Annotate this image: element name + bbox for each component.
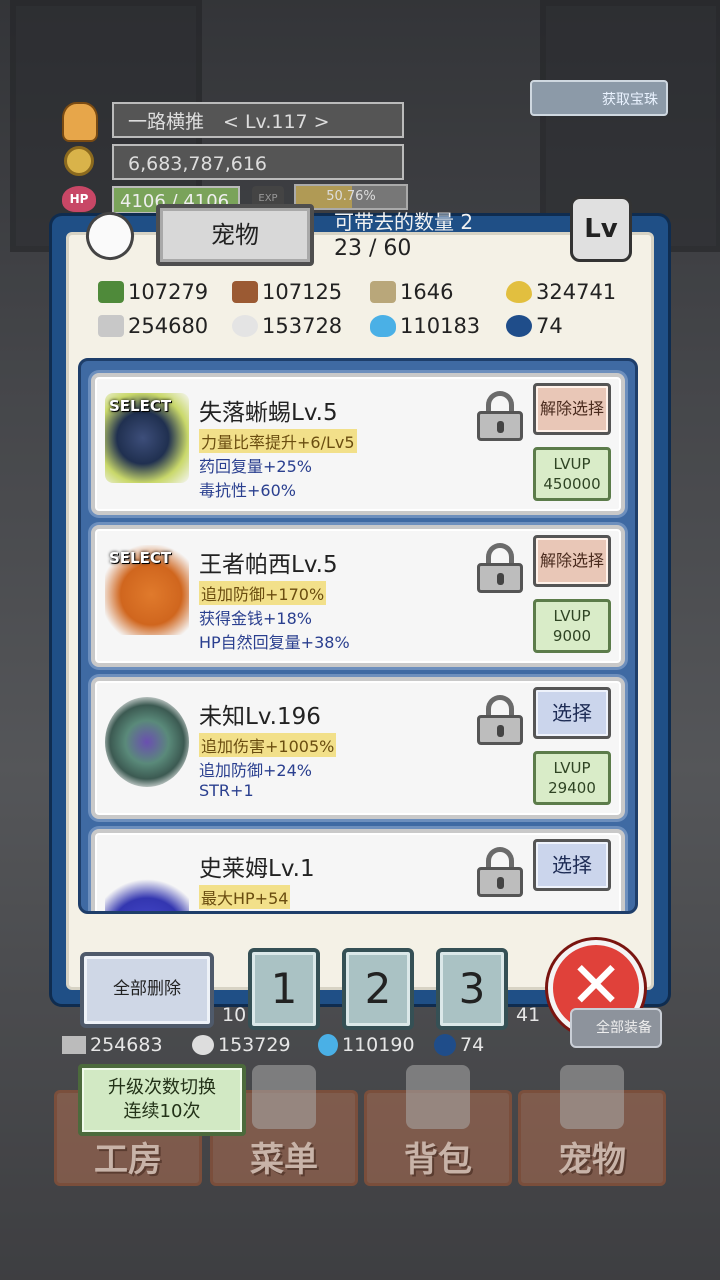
lvup-label: LVUP: [553, 607, 591, 625]
select-tag: SELECT: [109, 397, 172, 415]
gold-coin-icon: [64, 146, 94, 176]
book-icon: [252, 1065, 316, 1129]
nav-tab-pet[interactable]: 宠物: [518, 1065, 666, 1186]
hp-heart-icon: HP: [62, 186, 96, 212]
wood-log-icon: [232, 281, 258, 303]
pet-stat: STR+1: [199, 781, 254, 800]
player-avatar: [62, 102, 98, 142]
orb-icon: [506, 315, 532, 337]
iron-bar-icon: [62, 1036, 86, 1054]
select-tag: SELECT: [109, 549, 172, 567]
lock-level-button[interactable]: Lv: [570, 196, 632, 262]
pet-card[interactable]: 史莱姆Lv.1 最大HP+54 选择: [91, 829, 625, 911]
nav-label: 菜单: [250, 1140, 318, 1180]
pet-stat: 追加防御+170%: [199, 581, 327, 605]
preset-slot-1[interactable]: 1: [248, 948, 320, 1030]
bottom-resource-stone: 153729: [192, 1034, 291, 1056]
pet-stat: 最大HP+54: [199, 885, 291, 909]
plank-icon: [370, 281, 396, 303]
padlock-icon[interactable]: [477, 695, 523, 745]
pet-stat: HP自然回复量+38%: [199, 633, 350, 652]
pet-stat: 追加防御+24%: [199, 761, 312, 780]
lvup-button[interactable]: LVUP 29400: [533, 751, 611, 805]
gold-drop-icon: [506, 281, 532, 303]
upgrade-count-toggle[interactable]: 升级次数切换 连续10次: [78, 1064, 246, 1136]
pet-card[interactable]: SELECT 王者帕西Lv.5 追加防御+170% 获得金钱+18% HP自然回…: [91, 525, 625, 667]
lvup-cost: 9000: [552, 627, 592, 645]
lvup-button[interactable]: LVUP 450000: [533, 447, 611, 501]
resource-blue-flame: 110183: [370, 314, 480, 338]
bottom-resource-blue-flame: 110190: [318, 1034, 415, 1056]
deselect-button[interactable]: 解除选择: [533, 383, 611, 435]
padlock-icon[interactable]: [477, 543, 523, 593]
lvup-label: LVUP: [553, 455, 591, 473]
pet-list[interactable]: SELECT 失落蜥蜴Lv.5 力量比率提升+6/Lv5 药回复量+25% 毒抗…: [78, 358, 638, 914]
pet-name: 史莱姆Lv.1: [199, 856, 315, 882]
resource-wood: 107125: [232, 280, 342, 304]
preset-slot-3[interactable]: 3: [436, 948, 508, 1030]
nav-label: 宠物: [558, 1140, 626, 1180]
bottom-partial-left: 10: [222, 1004, 247, 1026]
blue-flame-icon: [318, 1034, 338, 1056]
orb-icon: [434, 1034, 456, 1056]
nav-tab-bag[interactable]: 背包: [364, 1065, 512, 1186]
bottom-partial-right: 41: [516, 1004, 541, 1026]
herb-icon: [98, 281, 124, 303]
pet-name: 失落蜥蜴Lv.5: [199, 400, 338, 426]
resource-orb: 74: [506, 314, 563, 338]
player-name-level: 一路横推 < Lv.117 >: [112, 102, 404, 138]
pet-stat: 追加伤害+1005%: [199, 733, 337, 757]
pet-card[interactable]: 未知Lv.196 追加伤害+1005% 追加防御+24% STR+1 选择 LV…: [91, 677, 625, 819]
bottom-resource-iron: 254683: [62, 1034, 163, 1056]
resource-herb: 107279: [98, 280, 208, 304]
padlock-icon[interactable]: [477, 847, 523, 897]
backpack-icon: [406, 1065, 470, 1129]
toggle-line2: 连续10次: [123, 1101, 201, 1122]
pet-card[interactable]: SELECT 失落蜥蜴Lv.5 力量比率提升+6/Lv5 药回复量+25% 毒抗…: [91, 373, 625, 515]
panel-title: 宠物: [156, 204, 314, 266]
carry-limit-label: 可带去的数量 2: [334, 210, 474, 234]
toggle-line1: 升级次数切换: [108, 1077, 216, 1098]
nav-label: 背包: [404, 1140, 472, 1180]
clear-all-button[interactable]: 全部删除: [80, 952, 214, 1028]
select-button[interactable]: 选择: [533, 839, 611, 891]
pet-name: 王者帕西Lv.5: [199, 552, 338, 578]
resource-stone: 153728: [232, 314, 342, 338]
exp-percent: 50.76%: [326, 189, 376, 204]
gold-amount: 6,683,787,616: [112, 144, 404, 180]
demon-skull-icon: [560, 1065, 624, 1129]
nav-label: 工房: [94, 1140, 162, 1180]
blue-flame-icon: [370, 315, 396, 337]
pet-stat: 药回复量+25%: [199, 457, 312, 476]
pet-count: 23 / 60: [334, 236, 412, 261]
iron-bar-icon: [98, 315, 124, 337]
lvup-label: LVUP: [553, 759, 591, 777]
pet-slime-image: [105, 873, 189, 911]
equip-all-button[interactable]: 全部装备: [570, 1008, 662, 1048]
lvup-button[interactable]: LVUP 9000: [533, 599, 611, 653]
lvup-cost: 450000: [543, 475, 601, 493]
resource-plank: 1646: [370, 280, 453, 304]
stone-icon: [192, 1035, 214, 1055]
pet-stat: 力量比率提升+6/Lv5: [199, 429, 357, 453]
pet-name: 未知Lv.196: [199, 704, 321, 730]
get-orb-button[interactable]: 获取宝珠: [530, 80, 668, 116]
padlock-icon[interactable]: [477, 391, 523, 441]
pet-unknown-orb-image: [105, 697, 189, 787]
preset-slot-2[interactable]: 2: [342, 948, 414, 1030]
stone-icon: [232, 315, 258, 337]
lvup-cost: 29400: [548, 779, 596, 797]
bottom-resource-orb: 74: [434, 1034, 484, 1056]
resource-iron: 254680: [98, 314, 208, 338]
pet-stat: 获得金钱+18%: [199, 609, 312, 628]
resource-gold-drop: 324741: [506, 280, 616, 304]
select-button[interactable]: 选择: [533, 687, 611, 739]
deselect-button[interactable]: 解除选择: [533, 535, 611, 587]
pet-stat: 毒抗性+60%: [199, 481, 296, 500]
